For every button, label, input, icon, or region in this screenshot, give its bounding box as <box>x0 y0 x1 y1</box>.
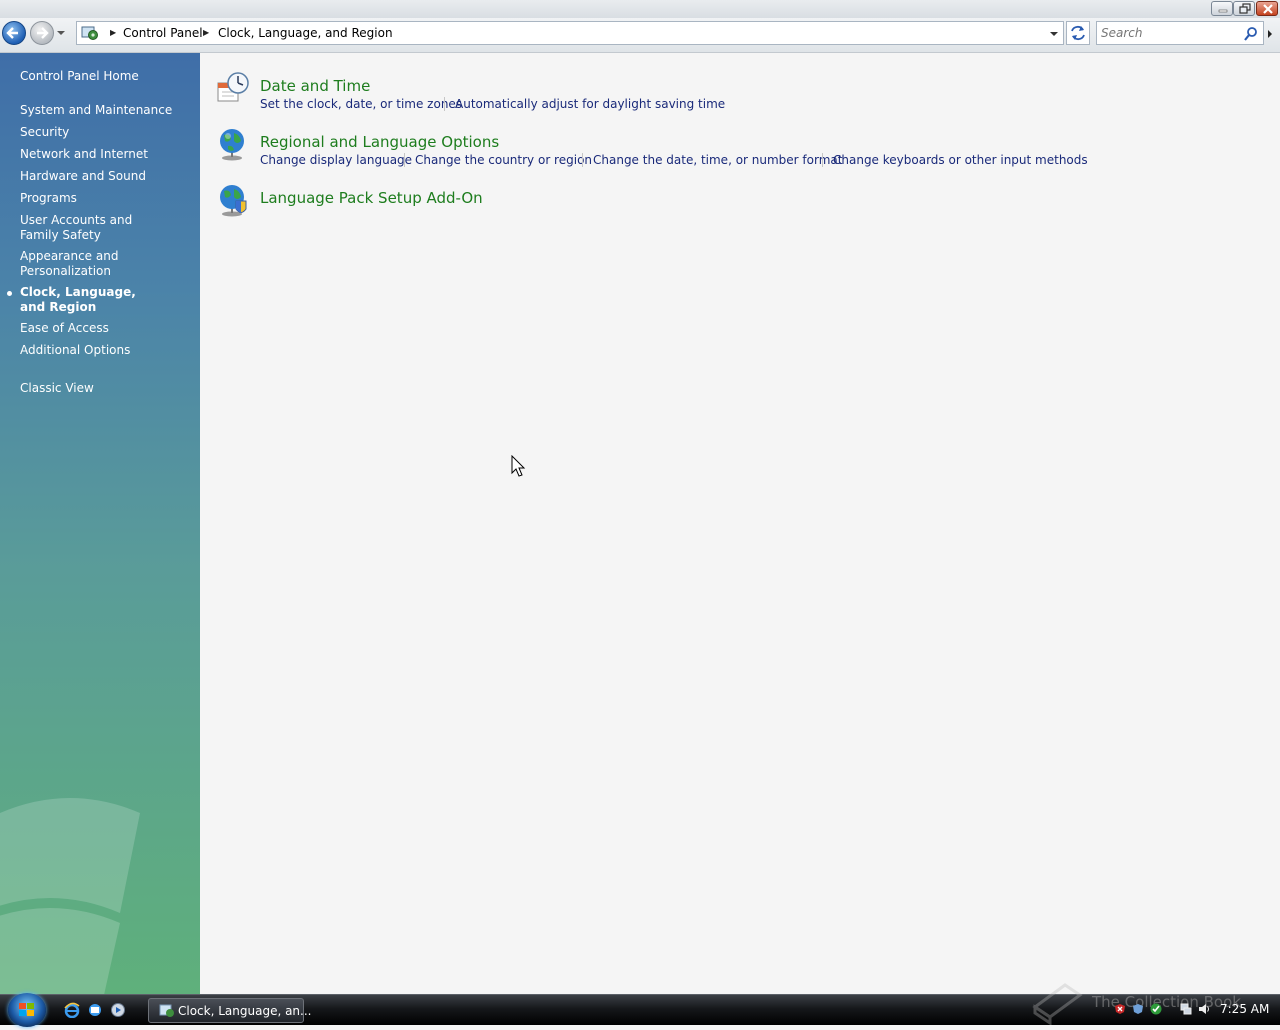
restore-icon <box>1239 3 1251 14</box>
refresh-icon <box>1071 25 1085 41</box>
taskbar-window-label: Clock, Language, an... <box>178 1004 312 1018</box>
globe-shield-icon[interactable] <box>216 183 250 217</box>
minimize-button[interactable] <box>1211 1 1233 16</box>
book-watermark-icon <box>1032 983 1083 1025</box>
windows-logo-watermark <box>0 798 140 994</box>
sidebar-item-appearance[interactable]: Appearance and Personalization <box>20 249 120 279</box>
window-title-bar[interactable] <box>0 0 1280 18</box>
task-separator <box>582 153 583 167</box>
windows-logo-icon <box>19 1003 34 1016</box>
control-panel-icon <box>159 1004 174 1017</box>
refresh-button[interactable] <box>1066 21 1090 45</box>
task-separator <box>822 153 823 167</box>
task-separator <box>444 97 445 111</box>
security-alert-icon[interactable] <box>1114 1003 1126 1015</box>
breadcrumb-arrow-icon[interactable]: ▶ <box>203 28 209 37</box>
clock-calendar-icon[interactable] <box>216 71 250 105</box>
address-dropdown-icon[interactable] <box>1045 26 1063 42</box>
sidebar-item-classic-view[interactable]: Classic View <box>20 381 190 396</box>
sidebar-item-network-and-internet[interactable]: Network and Internet <box>20 147 190 162</box>
taskbar-window-button[interactable]: Clock, Language, an... <box>148 998 311 1023</box>
media-player-icon[interactable] <box>110 1002 126 1018</box>
daylight-saving-link[interactable]: Automatically adjust for daylight saving… <box>455 97 725 111</box>
recent-pages-dropdown[interactable] <box>56 28 66 38</box>
sidebar-item-user-accounts[interactable]: User Accounts and Family Safety <box>20 213 170 243</box>
restore-button[interactable] <box>1233 1 1255 16</box>
volume-icon[interactable] <box>1198 1003 1210 1015</box>
globe-icon[interactable] <box>216 127 250 161</box>
update-icon[interactable] <box>1132 1003 1144 1015</box>
breadcrumb-arrow-icon[interactable]: ▶ <box>110 28 116 37</box>
control-panel-icon <box>81 26 98 40</box>
network-icon[interactable] <box>1180 1003 1192 1015</box>
sidebar-item-clock-language-region[interactable]: Clock, Language, and Region <box>20 285 150 315</box>
sidebar-item-additional-options[interactable]: Additional Options <box>20 343 190 358</box>
sidebar-item-ease-of-access[interactable]: Ease of Access <box>20 321 190 336</box>
check-icon[interactable] <box>1150 1003 1162 1015</box>
back-arrow-icon <box>6 27 18 39</box>
sidebar-item-control-panel-home[interactable]: Control Panel Home <box>20 69 190 84</box>
search-input[interactable] <box>1101 25 1239 41</box>
forward-arrow-icon <box>37 27 49 39</box>
search-icon[interactable] <box>1243 26 1259 42</box>
change-country-link[interactable]: Change the country or region <box>415 153 592 167</box>
taskbar: Clock, Language, an... The Collection Bo… <box>0 983 1280 1027</box>
system-clock[interactable]: 7:25 AM <box>1220 1002 1269 1016</box>
address-bar[interactable]: ▶ Control Panel ▶ Clock, Language, and R… <box>76 21 1064 45</box>
navigation-bar: ▶ Control Panel ▶ Clock, Language, and R… <box>0 18 1280 53</box>
sidebar-item-programs[interactable]: Programs <box>20 191 190 206</box>
search-box[interactable] <box>1096 21 1264 45</box>
back-button[interactable] <box>2 21 26 45</box>
close-button[interactable] <box>1256 1 1278 16</box>
breadcrumb-control-panel[interactable]: Control Panel <box>123 26 203 40</box>
change-display-language-link[interactable]: Change display language <box>260 153 412 167</box>
sidebar-item-system-and-maintenance[interactable]: System and Maintenance <box>20 103 190 118</box>
set-clock-link[interactable]: Set the clock, date, or time zones <box>260 97 462 111</box>
sidebar: Control Panel Home System and Maintenanc… <box>0 53 200 994</box>
sidebar-item-security[interactable]: Security <box>20 125 190 140</box>
date-and-time-link[interactable]: Date and Time <box>260 77 370 95</box>
breadcrumb-current[interactable]: Clock, Language, and Region <box>218 26 393 40</box>
language-pack-setup-link[interactable]: Language Pack Setup Add-On <box>260 189 483 207</box>
mouse-cursor-icon <box>511 455 526 477</box>
task-separator <box>404 153 405 167</box>
current-item-bullet <box>7 291 12 296</box>
minimize-icon <box>1218 9 1228 13</box>
regional-and-language-options-link[interactable]: Regional and Language Options <box>260 133 499 151</box>
forward-button[interactable] <box>30 21 54 45</box>
change-date-format-link[interactable]: Change the date, time, or number format <box>593 153 842 167</box>
sidebar-item-hardware-and-sound[interactable]: Hardware and Sound <box>20 169 190 184</box>
windows-mail-icon[interactable] <box>87 1002 103 1018</box>
start-button[interactable] <box>8 993 46 1027</box>
change-keyboards-link[interactable]: Change keyboards or other input methods <box>833 153 1088 167</box>
close-icon <box>1263 4 1273 14</box>
internet-explorer-icon[interactable] <box>64 1002 80 1018</box>
chevron-right-icon[interactable] <box>1267 30 1273 38</box>
